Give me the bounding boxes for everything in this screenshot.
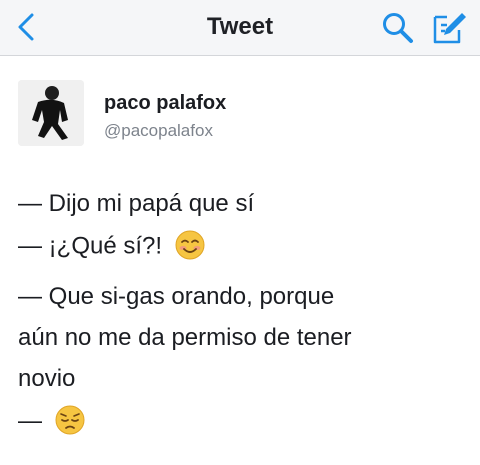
tweet-text: — bbox=[18, 407, 42, 435]
tweet-text-line: — ¡¿Qué sí?! bbox=[18, 230, 205, 262]
smiling-face-emoji bbox=[175, 230, 205, 260]
pensive-face-emoji bbox=[55, 405, 85, 435]
tweet-text-line: novio bbox=[18, 365, 75, 393]
compose-button[interactable] bbox=[432, 10, 468, 46]
tweet-text: — ¡¿Qué sí?! bbox=[18, 232, 163, 260]
tweet-text-line: — Dijo mi papá que sí bbox=[18, 190, 254, 218]
avatar[interactable] bbox=[18, 80, 84, 146]
search-button[interactable] bbox=[381, 11, 415, 45]
tweet-text: aún no me da permiso de tener bbox=[18, 324, 352, 351]
navigation-bar: Tweet bbox=[0, 0, 480, 56]
tweet-detail: paco palafox @pacopalafox — Dijo mi papá… bbox=[0, 56, 480, 465]
search-icon bbox=[383, 13, 413, 43]
tweet-text: — Dijo mi papá que sí bbox=[18, 190, 255, 217]
tweet-text-line: — Que si-gas orando, porque bbox=[18, 283, 334, 311]
author-handle[interactable]: @pacopalafox bbox=[104, 121, 213, 141]
compose-icon bbox=[433, 13, 466, 44]
tweet-text-line: aún no me da permiso de tener bbox=[18, 324, 352, 352]
author-name[interactable]: paco palafox bbox=[104, 92, 226, 115]
tweet-text-line: — bbox=[18, 405, 85, 437]
tweet-text: novio bbox=[18, 365, 76, 392]
avatar-photo bbox=[18, 80, 84, 146]
tweet-text: — Que si-gas orando, porque bbox=[18, 283, 335, 310]
